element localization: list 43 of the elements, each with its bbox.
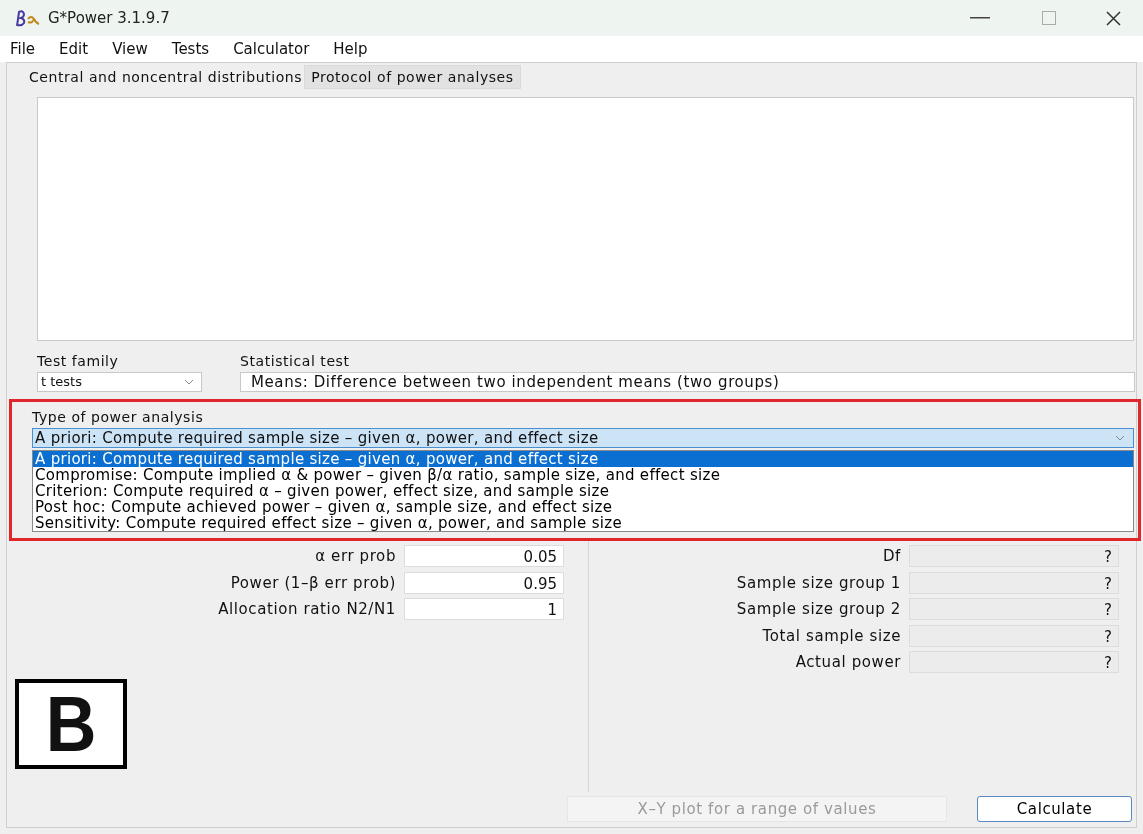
- field-label: Test family: [37, 352, 120, 371]
- menu-item[interactable]: Calculator: [233, 37, 310, 61]
- chevron-icon: [1115, 435, 1125, 441]
- tab[interactable]: Protocol of power analyses: [304, 65, 521, 89]
- power-analysis-dropdown[interactable]: A priori: Compute required sample size – given α, power, and effect size: [32, 428, 1134, 448]
- input-field[interactable]: 0.05: [404, 545, 564, 568]
- parameter-label: Power (1–β err prob): [229, 572, 396, 594]
- menu-item[interactable]: Help: [333, 37, 368, 61]
- parameter-label: Actual power: [794, 652, 901, 673]
- menu-item[interactable]: Edit: [59, 37, 89, 61]
- output-field: ?: [909, 571, 1119, 594]
- minimize-icon[interactable]: [970, 17, 990, 19]
- panel-letter: B: [15, 679, 127, 769]
- chevron-icon: [184, 379, 194, 385]
- menu-item[interactable]: Tests: [171, 37, 210, 61]
- dropdown-option[interactable]: Criterion: Compute required α – given power, effect size, and sample size: [33, 483, 1133, 499]
- field-label: Type of power analysis: [32, 408, 205, 427]
- app-icon: [14, 9, 40, 27]
- output-field: ?: [909, 651, 1119, 674]
- output-field: ?: [909, 598, 1119, 621]
- dropdown-option[interactable]: A priori: Compute required sample size – given α, power, and effect size: [33, 451, 1133, 467]
- output-field: ?: [909, 624, 1119, 647]
- parameter-label: Sample size group 2: [735, 599, 901, 620]
- input-field[interactable]: 0.95: [404, 571, 564, 594]
- calculate-button[interactable]: Calculate: [977, 796, 1132, 822]
- dropdown-option[interactable]: Sensitivity: Compute required effect size – given α, power, and sample size: [33, 515, 1133, 531]
- statistical-test-dropdown[interactable]: Means: Difference between two independent means (two groups): [240, 372, 1135, 392]
- maximize-icon[interactable]: [1042, 11, 1056, 25]
- field-label: Statistical test: [240, 352, 351, 371]
- parameter-label: Total sample size: [761, 625, 901, 647]
- parameter-label: Df: [881, 546, 901, 567]
- menu-item[interactable]: File: [10, 37, 36, 61]
- dropdown-option[interactable]: Post hoc: Compute achieved power – given α, sample size, and effect size: [33, 499, 1133, 515]
- dropdown-option[interactable]: Compromise: Compute implied α & power – given β/α ratio, sample size, and effect size: [33, 467, 1133, 483]
- output-field: ?: [909, 545, 1119, 568]
- close-icon[interactable]: [1106, 10, 1121, 26]
- input-field[interactable]: 1: [404, 598, 564, 621]
- parameter-label: α err prob: [314, 546, 396, 567]
- parameter-label: Allocation ratio N2/N1: [217, 599, 396, 620]
- menu-item[interactable]: View: [112, 37, 148, 61]
- parameter-label: Sample size group 1: [735, 572, 901, 594]
- window-title: G*Power 3.1.9.7: [48, 7, 170, 29]
- test-family-dropdown[interactable]: t tests: [37, 372, 202, 392]
